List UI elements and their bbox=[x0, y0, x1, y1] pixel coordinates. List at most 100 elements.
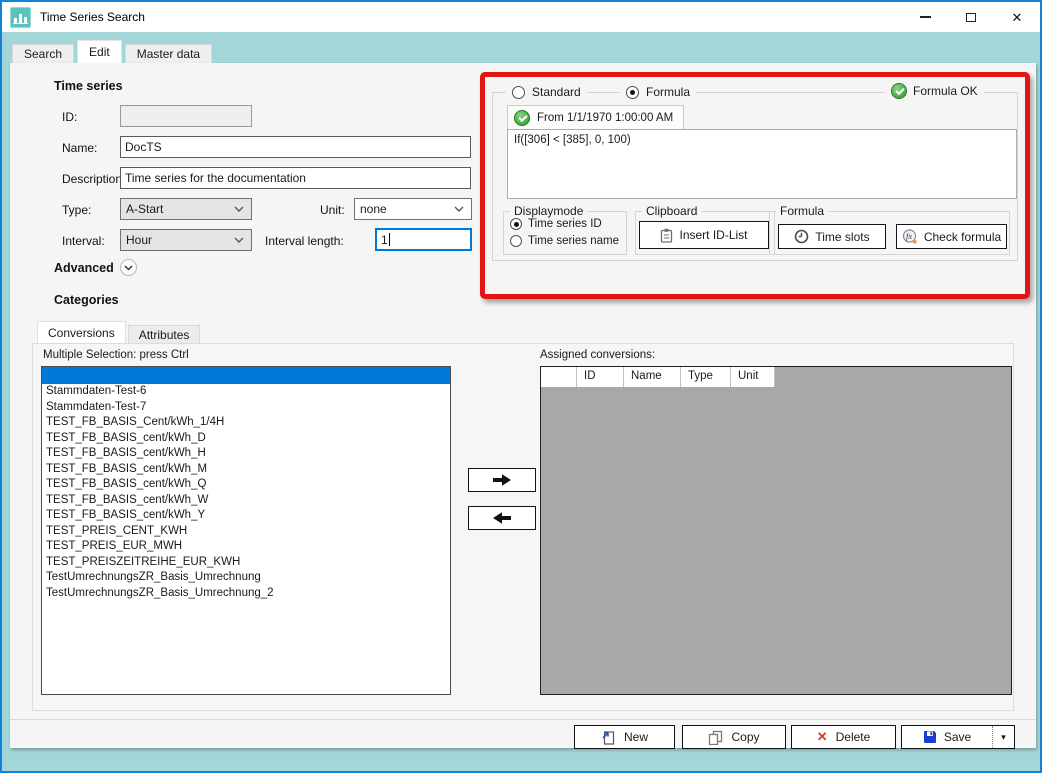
window-title: Time Series Search bbox=[40, 10, 145, 24]
copy-pages-icon bbox=[708, 730, 723, 745]
validity-period-tab[interactable]: From 1/1/1970 1:00:00 AM bbox=[507, 105, 684, 129]
interval-length-field[interactable]: 1 bbox=[375, 228, 472, 251]
clipboard-group-label: Clipboard bbox=[642, 204, 701, 218]
radio-icon bbox=[510, 235, 522, 247]
list-item[interactable]: TEST_FB_BASIS_cent/kWh_D bbox=[42, 431, 450, 447]
clipboard-groupbox: Clipboard Insert ID-List bbox=[635, 211, 775, 255]
advanced-expand-button[interactable] bbox=[120, 259, 137, 276]
column-header-unit: Unit bbox=[731, 367, 775, 387]
arrow-left-icon bbox=[492, 511, 512, 525]
column-header-name: Name bbox=[624, 367, 681, 387]
copy-button-label: Copy bbox=[731, 730, 759, 744]
maximize-button[interactable] bbox=[948, 2, 994, 32]
tab-master-data[interactable]: Master data bbox=[125, 44, 212, 63]
interval-value: Hour bbox=[126, 233, 152, 247]
name-label: Name: bbox=[62, 141, 97, 155]
tab-conversions[interactable]: Conversions bbox=[37, 321, 126, 343]
minimize-button[interactable] bbox=[902, 2, 948, 32]
list-item[interactable]: TestUmrechnungsZR_Basis_Umrechnung_2 bbox=[42, 586, 450, 602]
new-button[interactable]: New bbox=[574, 725, 675, 749]
radio-checked-icon bbox=[626, 86, 639, 99]
delete-button[interactable]: ✕ Delete bbox=[791, 725, 896, 749]
formula-group-label: Formula bbox=[776, 204, 828, 218]
arrow-right-icon bbox=[492, 473, 512, 487]
list-item[interactable]: TEST_FB_BASIS_cent/kWh_Q bbox=[42, 477, 450, 493]
new-page-icon bbox=[601, 730, 616, 745]
chevron-down-icon: ▾ bbox=[1001, 732, 1006, 743]
advanced-section: Advanced bbox=[54, 259, 137, 276]
check-circle-icon bbox=[514, 110, 530, 126]
list-item[interactable]: TEST_PREISZEITREIHE_EUR_KWH bbox=[42, 555, 450, 571]
assign-right-button[interactable] bbox=[468, 468, 536, 492]
standard-mode-label: Standard bbox=[532, 85, 581, 99]
unit-value: none bbox=[360, 202, 387, 216]
list-item[interactable]: Stammdaten-Test-6 bbox=[42, 384, 450, 400]
conversions-listbox[interactable]: Stammdaten-Test-6Stammdaten-Test-7TEST_F… bbox=[41, 366, 451, 695]
delete-x-icon: ✕ bbox=[817, 729, 828, 745]
list-item[interactable]: TEST_PREIS_EUR_MWH bbox=[42, 539, 450, 555]
save-button[interactable]: Save bbox=[902, 726, 992, 748]
unit-label: Unit: bbox=[320, 203, 345, 217]
list-item[interactable]: Stammdaten-Test-7 bbox=[42, 400, 450, 416]
interval-dropdown[interactable]: Hour bbox=[120, 229, 252, 251]
save-split-button: Save ▾ bbox=[901, 725, 1015, 749]
list-item[interactable]: TEST_FB_BASIS_Cent/kWh_1/4H bbox=[42, 415, 450, 431]
save-dropdown-button[interactable]: ▾ bbox=[992, 726, 1014, 748]
interval-length-value: 1 bbox=[381, 233, 388, 247]
list-item[interactable]: TestUmrechnungsZR_Basis_Umrechnung bbox=[42, 570, 450, 586]
minimize-icon bbox=[920, 16, 931, 17]
formula-mode-radio[interactable]: Formula bbox=[620, 84, 696, 100]
save-button-label: Save bbox=[944, 730, 971, 744]
app-window: Time Series Search ✕ Search Edit Master … bbox=[0, 0, 1042, 773]
list-item[interactable] bbox=[42, 367, 450, 384]
time-series-name-radio[interactable]: Time series name bbox=[510, 235, 619, 247]
displaymode-group-label: Displaymode bbox=[510, 204, 587, 218]
conversions-panel: Multiple Selection: press Ctrl Stammdate… bbox=[32, 343, 1014, 711]
check-formula-button[interactable]: fx Check formula bbox=[896, 224, 1007, 249]
id-field[interactable] bbox=[120, 105, 252, 127]
time-slots-button[interactable]: Time slots bbox=[778, 224, 886, 249]
tab-attributes[interactable]: Attributes bbox=[128, 325, 201, 343]
tab-search[interactable]: Search bbox=[12, 44, 74, 63]
unit-dropdown[interactable]: none bbox=[354, 198, 472, 220]
insert-id-list-label: Insert ID-List bbox=[679, 228, 747, 242]
unassign-left-button[interactable] bbox=[468, 506, 536, 530]
formula-mode-label: Formula bbox=[646, 85, 690, 99]
type-dropdown[interactable]: A-Start bbox=[120, 198, 252, 220]
radio-checked-icon bbox=[510, 218, 522, 230]
chevron-down-icon bbox=[454, 206, 464, 212]
chevron-down-icon bbox=[124, 265, 133, 271]
column-header-type: Type bbox=[681, 367, 731, 387]
main-tab-strip: Search Edit Master data bbox=[12, 40, 212, 63]
list-item[interactable]: TEST_PREIS_CENT_KWH bbox=[42, 524, 450, 540]
list-item[interactable]: TEST_FB_BASIS_cent/kWh_H bbox=[42, 446, 450, 462]
name-field[interactable]: DocTS bbox=[120, 136, 471, 158]
insert-id-list-button[interactable]: Insert ID-List bbox=[639, 221, 769, 249]
type-label: Type: bbox=[62, 203, 91, 217]
close-button[interactable]: ✕ bbox=[994, 2, 1040, 32]
list-item[interactable]: TEST_FB_BASIS_cent/kWh_W bbox=[42, 493, 450, 509]
formula-editor[interactable]: If([306] < [385], 0, 100) bbox=[507, 129, 1017, 199]
time-series-id-radio[interactable]: Time series ID bbox=[510, 218, 602, 230]
copy-button[interactable]: Copy bbox=[682, 725, 786, 749]
list-item[interactable]: TEST_FB_BASIS_cent/kWh_M bbox=[42, 462, 450, 478]
tab-edit[interactable]: Edit bbox=[77, 40, 122, 63]
time-series-name-label: Time series name bbox=[528, 235, 619, 247]
column-header-id: ID bbox=[577, 367, 624, 387]
list-item[interactable]: TEST_FB_BASIS_cent/kWh_Y bbox=[42, 508, 450, 524]
delete-button-label: Delete bbox=[836, 730, 871, 744]
title-bar: Time Series Search ✕ bbox=[2, 2, 1040, 32]
interval-label: Interval: bbox=[62, 234, 105, 248]
edit-tab-content: Time series ID: Name: DocTS Description:… bbox=[10, 63, 1036, 748]
standard-mode-radio[interactable]: Standard bbox=[506, 84, 587, 100]
clock-icon bbox=[794, 229, 809, 244]
description-field[interactable]: Time series for the documentation bbox=[120, 167, 471, 189]
interval-length-label: Interval length: bbox=[265, 234, 344, 248]
id-label: ID: bbox=[62, 110, 77, 124]
column-header-blank bbox=[541, 367, 577, 387]
chevron-down-icon bbox=[234, 237, 244, 243]
type-value: A-Start bbox=[126, 202, 163, 216]
text-caret bbox=[389, 233, 390, 246]
chevron-down-icon bbox=[234, 206, 244, 212]
multi-select-hint: Multiple Selection: press Ctrl bbox=[43, 349, 189, 361]
